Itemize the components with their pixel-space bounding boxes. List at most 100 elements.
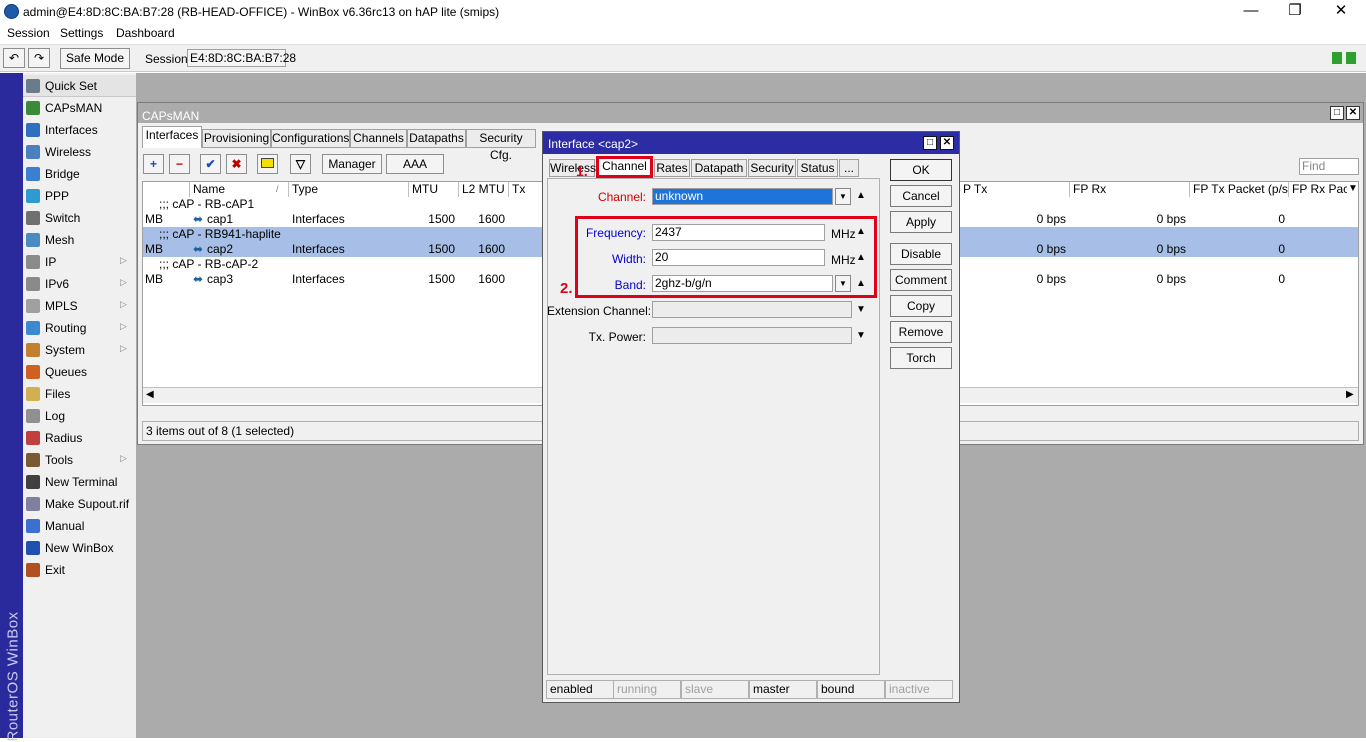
tx-power-select[interactable] [652,327,852,344]
band-collapse-icon[interactable]: ▲ [856,278,866,289]
sidebar-item-wireless[interactable]: Wireless [23,141,136,163]
close-button[interactable]: ✕ [1318,0,1364,24]
cancel-button[interactable]: Cancel [890,185,952,207]
dialog-tab-wireless[interactable]: Wireless [549,159,596,177]
sidebar-item-interfaces[interactable]: Interfaces [23,119,136,141]
comment-button[interactable] [257,154,278,174]
apply-button[interactable]: Apply [890,211,952,233]
sidebar-item-mpls[interactable]: MPLS ▷ [23,295,136,317]
files-icon [26,387,40,401]
sidebar-item-ppp[interactable]: PPP [23,185,136,207]
col-mtu[interactable]: MTU [409,182,459,197]
filter-button[interactable]: ▽ [290,154,311,174]
sidebar-item-new-terminal[interactable]: New Terminal [23,471,136,493]
remove-button[interactable]: − [169,154,190,174]
sidebar-item-switch[interactable]: Switch [23,207,136,229]
channel-dropdown-button[interactable]: ▼ [835,188,851,205]
capsman-maximize-button[interactable]: □ [1330,106,1344,120]
copy-button[interactable]: Copy [890,295,952,317]
sidebar-item-quick-set[interactable]: Quick Set [23,75,136,97]
extension-channel-dropdown-icon[interactable]: ▼ [856,304,866,315]
col-fp-tx[interactable]: P Tx [960,182,1070,197]
sidebar-item-log[interactable]: Log [23,405,136,427]
scroll-right-icon[interactable]: ▶ [1346,389,1354,400]
dialog-tab-datapath[interactable]: Datapath [691,159,747,177]
channel-collapse-icon[interactable]: ▲ [856,190,866,201]
tab-configurations[interactable]: Configurations [271,129,350,148]
sidebar-item-radius[interactable]: Radius [23,427,136,449]
dialog-maximize-button[interactable]: □ [923,136,937,150]
dialog-tab-channel[interactable]: Channel [596,156,653,178]
width-unit: MHz [831,253,856,267]
col-name[interactable]: Name / [190,182,289,197]
manager-button[interactable]: Manager [322,154,382,174]
dialog-tab-rates[interactable]: Rates [654,159,690,177]
redo-button[interactable]: ↷ [28,48,50,68]
menu-dashboard[interactable]: Dashboard [116,26,175,40]
dialog-tab-more[interactable]: ... [839,159,859,177]
add-button[interactable]: + [143,154,164,174]
col-fp-rx[interactable]: FP Rx [1070,182,1190,197]
tab-datapaths[interactable]: Datapaths [407,129,466,148]
minimize-button[interactable]: — [1228,0,1274,24]
sidebar-item-capsman[interactable]: CAPsMAN [23,97,136,119]
row-fp-tx: 0 bps [1036,212,1066,226]
remove-button[interactable]: Remove [890,321,952,343]
col-fp-rx-packet[interactable]: FP Rx Pack [1289,182,1347,197]
tab-provisioning[interactable]: Provisioning [202,129,271,148]
sidebar-item-files[interactable]: Files [23,383,136,405]
sidebar-item-queues[interactable]: Queues [23,361,136,383]
session-field[interactable]: E4:8D:8C:BA:B7:28 [187,49,296,67]
sidebar-item-ipv6[interactable]: IPv6 ▷ [23,273,136,295]
width-collapse-icon[interactable]: ▲ [856,252,866,263]
sidebar-item-tools[interactable]: Tools ▷ [23,449,136,471]
sidebar-item-label: Interfaces [45,123,98,137]
enable-button[interactable]: ✔ [200,154,221,174]
aaa-button[interactable]: AAA [386,154,444,174]
row-fp-rx: 0 bps [1156,242,1186,256]
dialog-tab-security[interactable]: Security [748,159,796,177]
column-menu-icon[interactable]: ▼ [1348,183,1358,194]
maximize-button[interactable]: ❐ [1272,0,1318,24]
col-fp-tx-packet[interactable]: FP Tx Packet (p/s) [1190,182,1289,197]
undo-button[interactable]: ↶ [3,48,25,68]
col-l2mtu[interactable]: L2 MTU [459,182,509,197]
scroll-left-icon[interactable]: ◀ [146,389,154,400]
sidebar-item-new-winbox[interactable]: New WinBox [23,537,136,559]
band-dropdown-button[interactable]: ▼ [835,275,851,292]
channel-select[interactable]: unknown [652,188,833,205]
frequency-collapse-icon[interactable]: ▲ [856,226,866,237]
tx-power-dropdown-icon[interactable]: ▼ [856,330,866,341]
sidebar-item-manual[interactable]: Manual [23,515,136,537]
menu-session[interactable]: Session [7,26,50,40]
tab-channels[interactable]: Channels [350,129,407,148]
new-terminal-icon [26,475,40,489]
comment-button[interactable]: Comment [890,269,952,291]
sidebar-item-exit[interactable]: Exit [23,559,136,581]
extension-channel-select[interactable] [652,301,852,318]
tab-interfaces[interactable]: Interfaces [142,126,202,148]
sidebar-item-make-supout-rif[interactable]: Make Supout.rif [23,493,136,515]
sidebar-item-mesh[interactable]: Mesh [23,229,136,251]
band-select[interactable]: 2ghz-b/g/n [652,275,833,292]
find-input[interactable]: Find [1299,158,1359,175]
sidebar-item-routing[interactable]: Routing ▷ [23,317,136,339]
col-type[interactable]: Type [289,182,409,197]
disable-button[interactable]: Disable [890,243,952,265]
capsman-close-button[interactable]: ✕ [1346,106,1360,120]
sidebar-item-ip[interactable]: IP ▷ [23,251,136,273]
dialog-tab-status[interactable]: Status [797,159,838,177]
width-input[interactable]: 20 [652,249,825,266]
sidebar-item-system[interactable]: System ▷ [23,339,136,361]
sidebar-item-bridge[interactable]: Bridge [23,163,136,185]
frequency-input[interactable]: 2437 [652,224,825,241]
dialog-close-button[interactable]: ✕ [940,136,954,150]
ok-button[interactable]: OK [890,159,952,181]
menu-settings[interactable]: Settings [60,26,103,40]
disable-button[interactable]: ✖ [226,154,247,174]
col-flags[interactable] [143,182,190,197]
torch-button[interactable]: Torch [890,347,952,369]
sidebar-item-label: IPv6 [45,277,70,291]
safe-mode-button[interactable]: Safe Mode [60,48,130,69]
tab-security-cfg[interactable]: Security Cfg. [466,129,536,162]
